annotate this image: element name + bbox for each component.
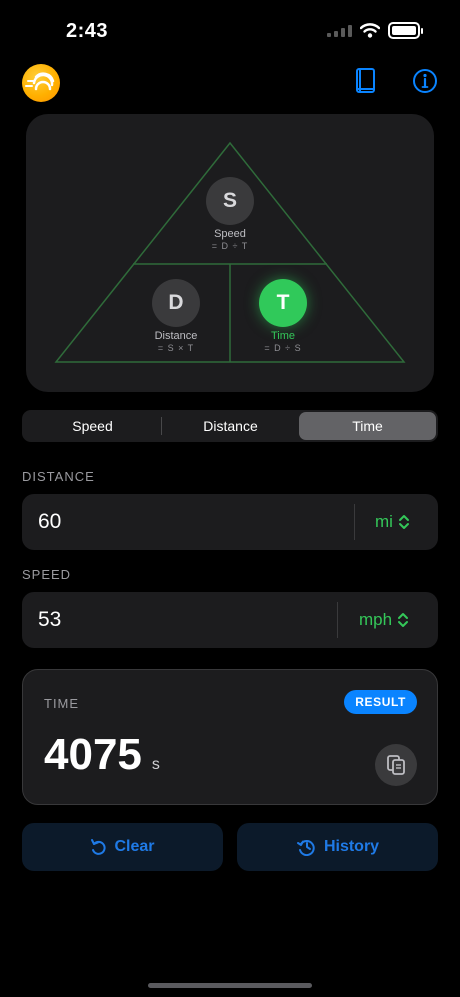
info-icon[interactable] (410, 66, 440, 96)
time-letter: T (259, 279, 307, 327)
triangle-node-distance[interactable]: D Distance = S × T (131, 279, 221, 353)
status-bar: 2:43 (0, 0, 460, 60)
copy-button[interactable] (375, 744, 417, 786)
speed-unit-label: mph (359, 610, 393, 629)
formula-triangle-card: S Speed = D ÷ T D Distance = S × T T Tim… (26, 114, 434, 392)
triangle-node-speed[interactable]: S Speed = D ÷ T (185, 177, 275, 251)
speed-section-label: SPEED (22, 567, 72, 582)
tab-distance[interactable]: Distance (162, 412, 299, 440)
speed-input-row: mph (22, 592, 438, 648)
time-node-label: Time (270, 330, 296, 342)
clock-arrow-icon (296, 840, 315, 856)
speed-input[interactable] (38, 592, 288, 648)
tab-speed[interactable]: Speed (24, 412, 161, 440)
status-icons (327, 22, 423, 39)
distance-node-label: Distance (154, 330, 198, 342)
speed-letter: S (206, 177, 254, 225)
result-value: 4075 (44, 730, 142, 779)
distance-unit-label: mi (375, 512, 393, 531)
time-node-formula: = D ÷ S (264, 343, 302, 353)
formula-triangle (54, 141, 406, 363)
result-badge: RESULT (344, 690, 417, 714)
speed-node-formula: = D ÷ T (211, 241, 249, 251)
status-time: 2:43 (66, 20, 109, 42)
tab-time[interactable]: Time (299, 412, 436, 440)
cellular-signal-icon (327, 24, 352, 37)
book-icon[interactable] (350, 66, 380, 96)
copy-icon (387, 755, 405, 775)
result-unit: s (151, 756, 160, 773)
distance-input[interactable] (38, 494, 288, 550)
speed-node-label: Speed (214, 228, 246, 240)
triangle-node-time[interactable]: T Time = D ÷ S (238, 279, 328, 353)
speed-logo-icon (22, 64, 60, 102)
distance-unit-picker[interactable]: mi (375, 494, 410, 550)
history-button-label: History (323, 838, 380, 855)
clear-button[interactable]: Clear (22, 823, 223, 871)
distance-section-label: DISTANCE (22, 469, 95, 484)
battery-icon (388, 22, 423, 39)
distance-node-formula: = S × T (157, 343, 195, 353)
result-label: TIME (44, 696, 80, 711)
distance-letter: D (152, 279, 200, 327)
unit-divider (354, 504, 355, 540)
history-button[interactable]: History (237, 823, 438, 871)
wifi-icon (360, 23, 380, 38)
speed-unit-picker[interactable]: mph (359, 592, 409, 648)
chevron-up-down-icon (398, 613, 409, 627)
clear-button-label: Clear (114, 838, 155, 855)
unit-divider (337, 602, 338, 638)
mode-segmented-control: Speed Distance Time (22, 410, 438, 442)
result-value-group: 4075 s (44, 730, 160, 780)
distance-input-row: mi (22, 494, 438, 550)
chevron-up-down-icon (398, 515, 409, 529)
result-card: TIME RESULT 4075 s (22, 669, 438, 805)
home-indicator[interactable] (148, 983, 312, 988)
counterclockwise-arrow-icon (91, 839, 107, 855)
